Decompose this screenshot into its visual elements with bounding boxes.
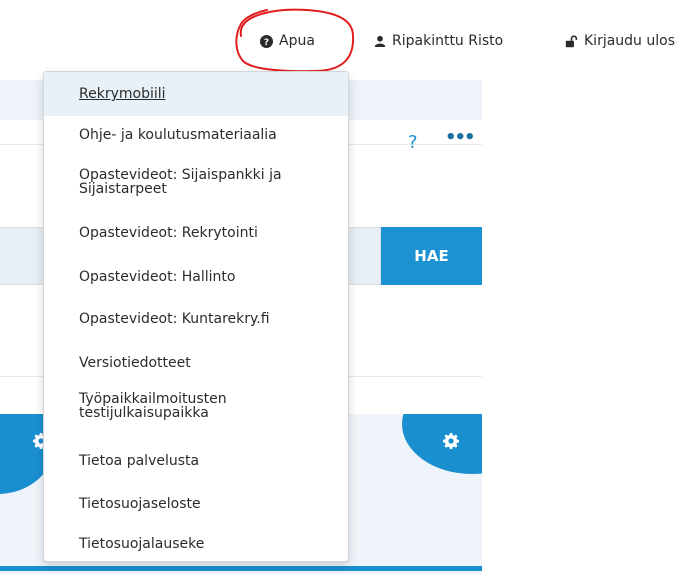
logout-link[interactable]: Kirjaudu ulos xyxy=(565,31,675,51)
search-button[interactable]: HAE xyxy=(381,227,482,285)
more-options-icon[interactable]: ••• xyxy=(445,127,475,148)
help-menu-label: Apua xyxy=(279,33,315,49)
menu-item-video-hallinto[interactable]: Opastevideot: Hallinto xyxy=(44,258,348,298)
card-bottom-bar xyxy=(0,566,482,571)
user-icon xyxy=(374,35,386,47)
menu-item-ohje[interactable]: Ohje- ja koulutusmateriaalia xyxy=(44,116,348,156)
unlock-icon xyxy=(565,34,578,47)
help-circle-icon: ? xyxy=(260,34,273,48)
menu-item-rekrymobiili[interactable]: Rekrymobiili xyxy=(44,72,348,116)
top-navigation: ? Apua Ripakinttu Risto Kirjaudu ulos xyxy=(0,0,696,80)
svg-text:?: ? xyxy=(264,37,269,47)
user-name: Ripakinttu Risto xyxy=(392,33,504,49)
menu-item-tietosuojaseloste[interactable]: Tietosuojaseloste xyxy=(44,486,348,526)
user-profile-link[interactable]: Ripakinttu Risto xyxy=(374,31,503,51)
menu-item-tietosuojalauseke[interactable]: Tietosuojalauseke xyxy=(44,527,348,561)
logout-label: Kirjaudu ulos xyxy=(584,33,675,49)
question-mark-icon[interactable]: ? xyxy=(408,132,418,153)
menu-item-video-rekrytointi[interactable]: Opastevideot: Rekrytointi xyxy=(44,214,348,254)
gear-icon[interactable] xyxy=(443,433,459,449)
menu-item-testijulkaisupaikka[interactable]: Työpaikkailmoitusten testijulkaisupaikka xyxy=(44,384,348,436)
menu-item-video-kuntarekry[interactable]: Opastevideot: Kuntarekry.fi xyxy=(44,300,348,340)
help-menu-link[interactable]: ? Apua xyxy=(260,31,315,51)
menu-item-versiotiedotteet[interactable]: Versiotiedotteet xyxy=(44,344,348,384)
help-dropdown-menu: Rekrymobiili Ohje- ja koulutusmateriaali… xyxy=(43,71,349,562)
menu-item-video-sijaispankki[interactable]: Opastevideot: Sijaispankki ja Sijaistarp… xyxy=(44,158,348,210)
card-decoration-right xyxy=(402,414,482,474)
menu-item-tietoa-palvelusta[interactable]: Tietoa palvelusta xyxy=(44,442,348,482)
